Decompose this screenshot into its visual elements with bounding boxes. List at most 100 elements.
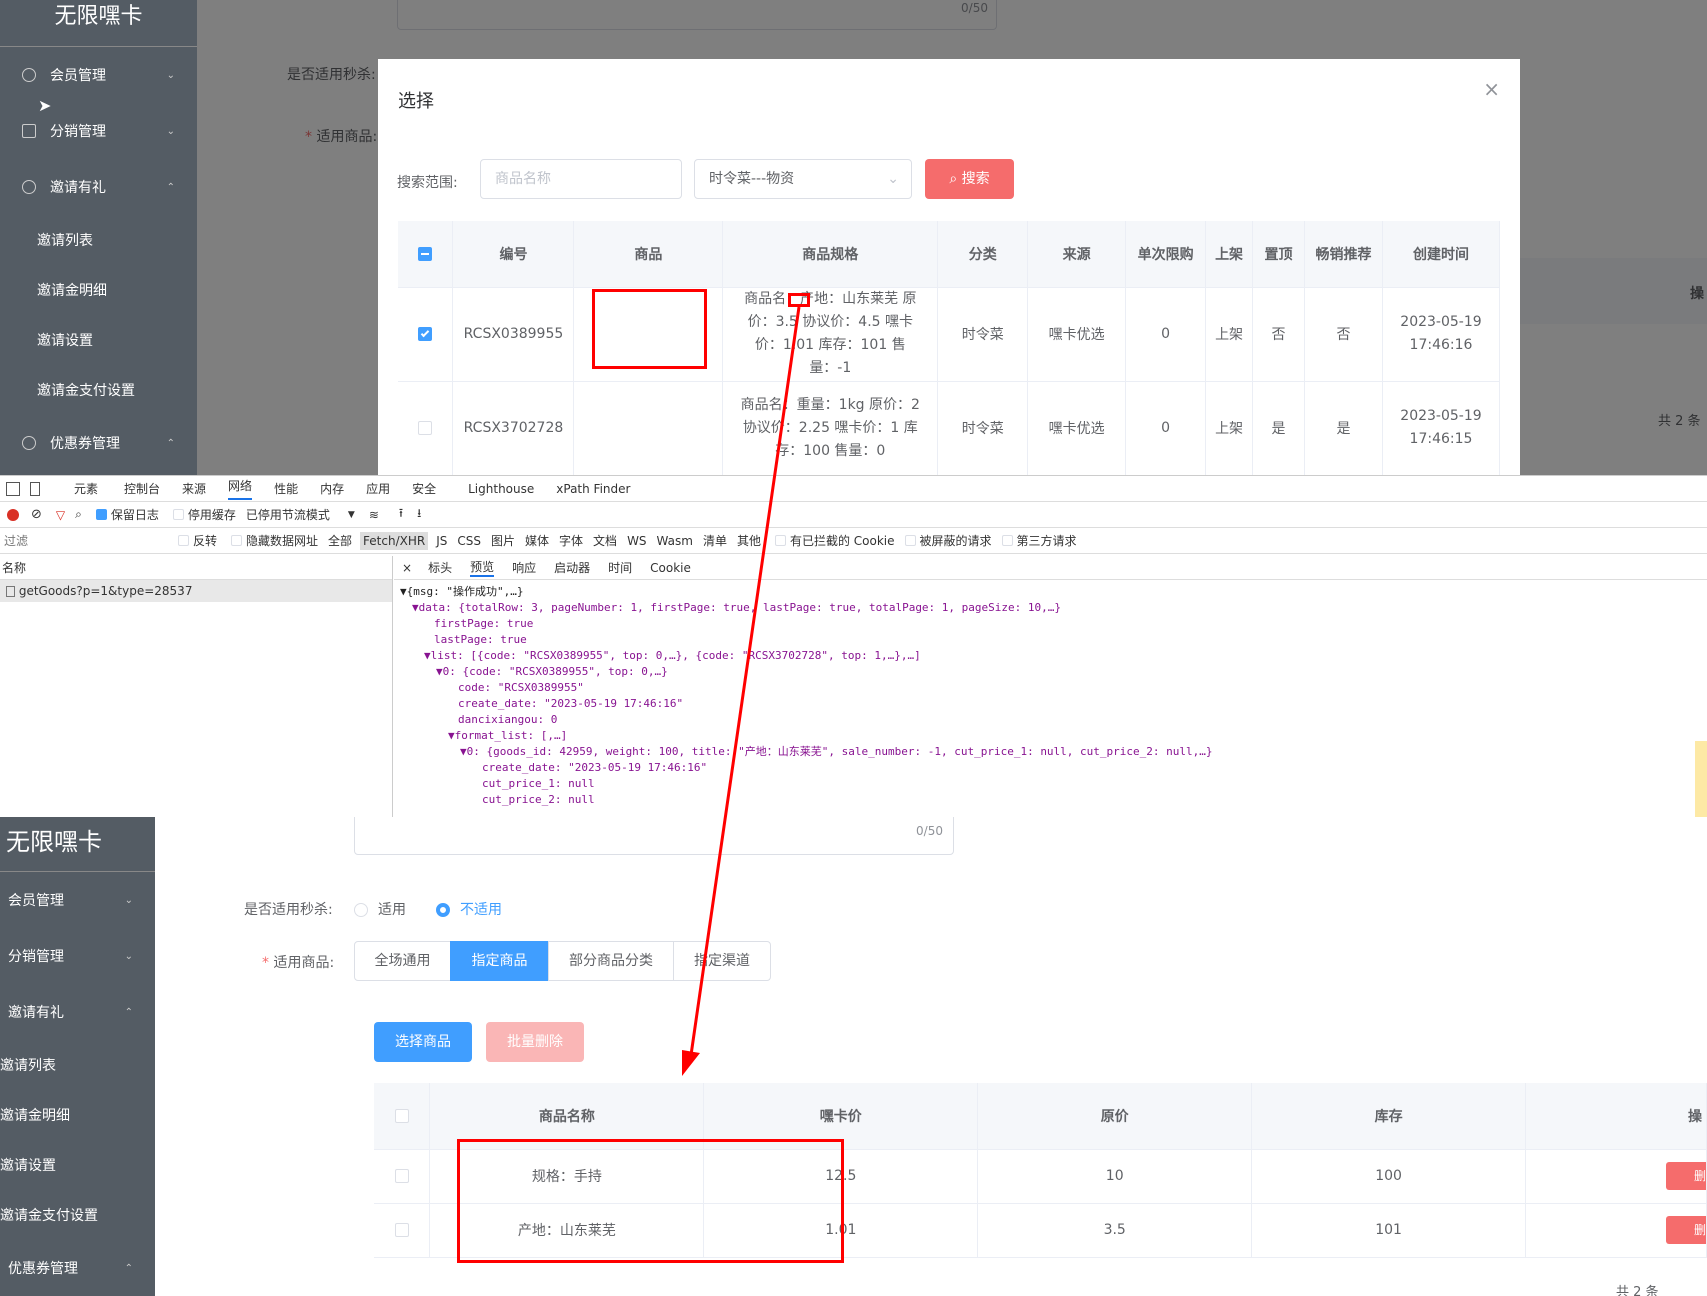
device-icon[interactable] [30,481,40,496]
sidebar-item-distribution[interactable]: 分销管理 ⌄ [0,928,155,984]
tab-response[interactable]: 响应 [512,559,536,576]
search-button[interactable]: ⌕ 搜索 [925,159,1014,199]
filter-input[interactable]: 过滤 [4,532,164,549]
preserve-log-checkbox[interactable] [95,509,107,520]
inspect-icon[interactable] [6,481,20,496]
filter-font[interactable]: 字体 [559,532,583,549]
batch-delete-button[interactable]: 批量删除 [486,1022,584,1062]
disable-cache-checkbox[interactable] [172,509,184,520]
sidebar-item-invite-list[interactable]: 邀请列表 [0,215,197,265]
description-textarea[interactable]: 0/50 [354,817,954,855]
row-checkbox[interactable] [418,327,433,341]
close-icon[interactable]: × [1483,77,1500,101]
row-select-cell[interactable] [398,381,454,475]
row-checkbox[interactable] [394,1169,409,1183]
tab-security[interactable]: 安全 [412,480,436,497]
table-row[interactable]: RCSX0389955 商品名：产地：山东莱芜 原价：3.5 协议价：4.5 嘿… [398,287,1501,382]
json-line[interactable]: ▼data: {totalRow: 3, pageNumber: 1, firs… [394,600,1707,616]
row-select-cell[interactable] [398,287,454,382]
sidebar-item-invite-detail[interactable]: 邀请金明细 [0,1090,155,1140]
upload-icon[interactable]: ⭱ [399,504,403,525]
select-all-cell[interactable] [374,1083,431,1150]
radio-apply[interactable] [354,903,368,917]
json-line[interactable]: ▼{msg: "操作成功",…} [394,584,1707,600]
filter-manifest[interactable]: 清单 [703,532,727,549]
seckill-option-not-apply[interactable]: 不适用 [436,899,502,919]
row-select-cell[interactable] [374,1203,431,1258]
tab-elements[interactable]: 元素 [74,480,98,497]
goods-name-input[interactable]: 商品名称 [480,159,682,199]
row-checkbox[interactable] [394,1223,409,1237]
filter-all[interactable]: 全部 [328,532,352,549]
request-row[interactable]: getGoods?p=1&type=28537 [0,580,392,602]
category-select[interactable]: 时令菜---物资 ⌄ [694,159,912,199]
sidebar-item-distribution[interactable]: 分销管理 ⌄ [0,103,197,159]
select-all-checkbox[interactable] [418,246,433,261]
sidebar-item-invite-detail[interactable]: 邀请金明细 [0,265,197,315]
tab-xpath-finder[interactable]: xPath Finder [556,482,630,496]
select-goods-button[interactable]: 选择商品 [374,1022,472,1062]
tab-sources[interactable]: 来源 [182,480,206,497]
sidebar-item-coupon[interactable]: 优惠券管理 ⌃ [0,1240,155,1296]
tab-initiator[interactable]: 启动器 [554,559,590,576]
json-line[interactable]: ▼format_list: [,…] [394,728,1707,744]
close-icon[interactable]: × [402,561,412,575]
filter-ws[interactable]: WS [627,534,646,548]
throttle-select[interactable]: 已停用节流模式 [246,506,330,523]
table-row[interactable]: RCSX3702728 商品名：重量：1kg 原价：2 协议价：2.25 嘿卡价… [398,381,1501,475]
hide-data-checkbox[interactable] [231,535,243,546]
filter-other[interactable]: 其他 [737,532,761,549]
filter-img[interactable]: 图片 [491,532,515,549]
sidebar-item-invite[interactable]: 邀请有礼 ⌃ [0,984,155,1040]
tab-console[interactable]: 控制台 [124,480,160,497]
filter-css[interactable]: CSS [457,534,481,548]
delete-button[interactable]: 删 [1666,1216,1706,1244]
sidebar-item-invite-settings[interactable]: 邀请设置 [0,1140,155,1190]
tab-specified-channel[interactable]: 指定渠道 [673,941,771,981]
blocked-cookies-checkbox[interactable] [774,535,786,546]
invert-checkbox[interactable] [178,535,189,546]
sidebar-item-invite-payment[interactable]: 邀请金支付设置 [0,365,197,415]
search-icon[interactable]: ⌕ [75,507,82,522]
filter-js[interactable]: JS [436,534,447,548]
sidebar-item-member[interactable]: 会员管理 ⌄ [0,872,155,928]
sidebar-item-invite-settings[interactable]: 邀请设置 [0,315,197,365]
sidebar-item-member[interactable]: 会员管理 ⌄ [0,47,197,103]
tab-partial-category[interactable]: 部分商品分类 [548,941,674,981]
filter-icon[interactable]: ▽ [56,508,65,522]
clear-icon[interactable]: ⊘ [31,507,42,522]
filter-media[interactable]: 媒体 [525,532,549,549]
third-party-checkbox[interactable] [1001,535,1013,546]
select-all-checkbox[interactable] [394,1108,409,1123]
json-line[interactable]: ▼0: {goods_id: 42959, weight: 100, title… [394,744,1707,760]
sidebar-item-invite-payment[interactable]: 邀请金支付设置 [0,1190,155,1240]
filter-doc[interactable]: 文档 [593,532,617,549]
filter-fetch-xhr[interactable]: Fetch/XHR [360,531,429,550]
filter-wasm[interactable]: Wasm [657,534,693,548]
seckill-option-apply[interactable]: 适用 [354,899,406,919]
row-checkbox[interactable] [418,421,433,435]
tab-all-goods[interactable]: 全场通用 [354,941,451,981]
tab-headers[interactable]: 标头 [428,559,452,576]
tab-timing[interactable]: 时间 [608,559,632,576]
tab-preview[interactable]: 预览 [470,558,495,577]
sidebar-item-invite-list[interactable]: 邀请列表 [0,1040,155,1090]
download-icon[interactable]: ⭳ [417,504,421,525]
select-all-cell[interactable] [398,221,454,288]
tab-network[interactable]: 网络 [228,477,253,500]
sidebar-item-invite[interactable]: 邀请有礼 ⌃ [0,159,197,215]
json-line[interactable]: ▼0: {code: "RCSX0389955", top: 0,…} [394,664,1707,680]
tab-performance[interactable]: 性能 [274,480,298,497]
tab-application[interactable]: 应用 [366,480,390,497]
wifi-icon[interactable]: ≋ [369,508,379,522]
tab-lighthouse[interactable]: Lighthouse [468,482,534,496]
row-select-cell[interactable] [374,1149,431,1204]
radio-not-apply[interactable] [436,903,450,917]
tab-cookies[interactable]: Cookie [650,561,691,575]
tab-specified-goods[interactable]: 指定商品 [450,941,549,981]
json-line[interactable]: ▼list: [{code: "RCSX0389955", top: 0,…},… [394,648,1707,664]
delete-button[interactable]: 删 [1666,1162,1706,1190]
record-icon[interactable] [7,508,19,521]
sidebar-item-coupon[interactable]: 优惠券管理 ⌃ [0,415,197,471]
tab-memory[interactable]: 内存 [320,480,344,497]
